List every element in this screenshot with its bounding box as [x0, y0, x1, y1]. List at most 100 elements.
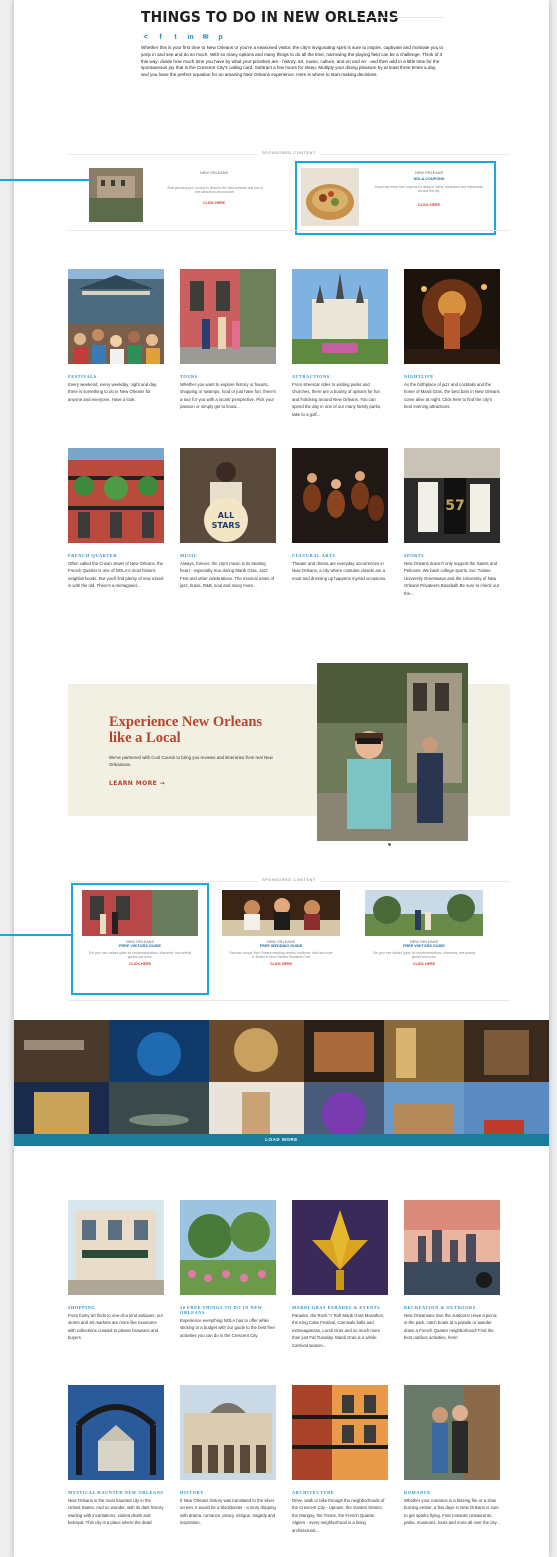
festivals-image: [68, 269, 164, 364]
tours-image: [180, 269, 276, 364]
svg-text:ALL: ALL: [218, 511, 234, 520]
category-tile-festivals[interactable]: FESTIVALS Every weekend, every weekday, …: [68, 269, 164, 418]
category-title[interactable]: FESTIVALS: [68, 374, 164, 379]
category-tile-attractions[interactable]: ATTRACTIONS From streetcar rides to visi…: [292, 269, 388, 418]
category-title[interactable]: ARCHITECTURE: [292, 1490, 388, 1495]
category-tile-free-things[interactable]: 50 FREE THINGS TO DO IN NEW ORLEANS Expe…: [180, 1200, 276, 1349]
category-tile-romance[interactable]: ROMANCE Whether your romance is a blazin…: [404, 1385, 500, 1534]
ad-image: [222, 890, 340, 936]
category-title[interactable]: MYSTICAL HAUNTED NEW ORLEANS: [68, 1490, 164, 1495]
share-bar: < f t in ✉ p: [141, 33, 225, 42]
experience-subtitle: We've partnered with Cool Cousin to brin…: [109, 755, 273, 767]
experience-title-line-2: like a Local: [109, 730, 181, 746]
pinterest-icon[interactable]: p: [216, 33, 225, 42]
category-title[interactable]: 50 FREE THINGS TO DO IN NEW ORLEANS: [180, 1305, 276, 1315]
highlight-callout-line: [0, 179, 90, 181]
category-tile-french-quarter[interactable]: FRENCH QUARTER Often called the Crown Je…: [68, 448, 164, 597]
intro-paragraph: Whether this is your first time to New O…: [141, 45, 444, 78]
category-title[interactable]: ATTRACTIONS: [292, 374, 388, 379]
category-title[interactable]: NIGHTLIFE: [404, 374, 500, 379]
category-tile-nightlife[interactable]: NIGHTLIFE As the birthplace of jazz and …: [404, 269, 500, 418]
category-title[interactable]: RECREATION & OUTDOORS: [404, 1305, 500, 1310]
sponsored-ad[interactable]: NEW ORLEANS Start planning your no-fuss …: [89, 168, 299, 224]
category-title[interactable]: SPORTS: [404, 553, 500, 558]
category-tile-history[interactable]: HISTORY If New Orleans history was trans…: [180, 1385, 276, 1534]
click-here-link[interactable]: CLICK HERE: [159, 201, 269, 205]
learn-more-link[interactable]: LEARN MORE →: [109, 780, 165, 787]
page: THINGS TO DO IN NEW ORLEANS < f t in ✉ p…: [0, 0, 549, 1557]
load-more-button[interactable]: LOAD MORE: [14, 1134, 549, 1146]
cultural-arts-image: [292, 448, 388, 543]
ad-description: Discover unique New Orleans wedding venu…: [229, 951, 333, 960]
category-tile-sports[interactable]: 57 SPORTS New Orleans doesn't only suppo…: [404, 448, 500, 597]
category-description: New Orleans is the most haunted city in …: [68, 1498, 164, 1526]
sponsored-ad-wedding-guide[interactable]: NEW ORLEANS FREE WEDDING GUIDE Discover …: [222, 890, 340, 990]
category-description: Whether your romance is a blazing fire o…: [404, 1498, 500, 1526]
category-description: From streetcar rides to visiting parks a…: [292, 382, 382, 417]
category-description: Experience everything NOLA has to offer …: [180, 1318, 275, 1338]
recreation-image: [404, 1200, 500, 1295]
category-tile-shopping[interactable]: SHOPPING From funky art finds to one-of-…: [68, 1200, 164, 1349]
category-grid-row-1: FESTIVALS Every weekend, every weekday, …: [68, 269, 510, 418]
category-title[interactable]: ROMANCE: [404, 1490, 500, 1495]
romance-image: [404, 1385, 500, 1480]
category-title[interactable]: HISTORY: [180, 1490, 276, 1495]
linkedin-icon[interactable]: in: [186, 33, 195, 42]
ad-description: Start planning your no-fuss to discover …: [167, 186, 263, 195]
carousel-dot[interactable]: [388, 843, 391, 846]
category-tile-haunted[interactable]: MYSTICAL HAUNTED NEW ORLEANS New Orleans…: [68, 1385, 164, 1534]
email-icon[interactable]: ✉: [201, 33, 210, 42]
sponsored-label-text: SPONSORED CONTENT: [258, 151, 320, 155]
divider: [68, 1000, 510, 1001]
category-title[interactable]: MARDI GRAS PARADES & EVENTS: [292, 1305, 388, 1310]
mardi-gras-image: [292, 1200, 388, 1295]
category-tile-recreation[interactable]: RECREATION & OUTDOORS New Orleanians lov…: [404, 1200, 500, 1349]
category-title[interactable]: MUSIC: [180, 553, 276, 558]
photo-gallery[interactable]: [14, 1020, 549, 1146]
category-title[interactable]: TOURS: [180, 374, 276, 379]
svg-text:57: 57: [445, 498, 464, 514]
category-tile-mardi-gras[interactable]: MARDI GRAS PARADES & EVENTS Parades, the…: [292, 1200, 388, 1349]
free-things-image: [180, 1200, 276, 1295]
ad-kicker: NEW ORLEANS: [199, 171, 229, 175]
category-description: If New Orleans history was translated to…: [180, 1498, 276, 1526]
facebook-icon[interactable]: f: [156, 33, 165, 42]
sponsored-ad-visitors-guide-2[interactable]: NEW ORLEANS FREE VISITORS GUIDE Get your…: [365, 890, 483, 990]
attractions-image: [292, 269, 388, 364]
category-tile-cultural-arts[interactable]: CULTURAL ARTS Theater and drama are ever…: [292, 448, 388, 597]
click-here-link[interactable]: CLICK HERE: [222, 962, 340, 966]
divider: [68, 230, 510, 231]
ad-description: Get your free visitors guide for recomme…: [372, 951, 476, 960]
category-tile-tours[interactable]: TOURS Whether you want to explore histor…: [180, 269, 276, 418]
category-description: As the birthplace of jazz and cocktails …: [404, 382, 500, 410]
category-title[interactable]: SHOPPING: [68, 1305, 164, 1310]
category-description: Theater and drama are everyday occurrenc…: [292, 561, 387, 581]
sponsored-label: SPONSORED CONTENT: [68, 151, 510, 155]
share-icon[interactable]: <: [141, 33, 150, 42]
ad-title: FREE WEDDING GUIDE: [259, 944, 303, 948]
category-description: Parades, the Rock 'n' Roll Mardi Gras Ma…: [292, 1313, 385, 1348]
twitter-icon[interactable]: t: [171, 33, 180, 42]
music-image: ALL STARS: [180, 448, 276, 543]
category-tile-music[interactable]: ALL STARS MUSIC Always, forever, the cit…: [180, 448, 276, 597]
category-description: New Orleans doesn't only support the Sai…: [404, 561, 499, 596]
category-description: Whether you want to explore history or h…: [180, 382, 276, 410]
ad-image: [365, 890, 483, 936]
highlight-callout-line: [0, 934, 71, 936]
category-description: From funky art finds to one-of-a kind an…: [68, 1313, 164, 1341]
click-here-link[interactable]: CLICK HERE: [365, 962, 483, 966]
experience-photo: [317, 663, 468, 841]
category-title[interactable]: FRENCH QUARTER: [68, 553, 164, 558]
history-image: [180, 1385, 276, 1480]
highlight-box: [71, 883, 209, 995]
category-description: Always, forever, the city's music is its…: [180, 561, 275, 589]
category-title[interactable]: CULTURAL ARTS: [292, 553, 388, 558]
french-quarter-image: [68, 448, 164, 543]
svg-text:STARS: STARS: [212, 521, 241, 530]
experience-title-line-1: Experience New Orleans: [109, 714, 263, 730]
experience-title: Experience New Orleans like a Local: [109, 714, 262, 746]
category-description: Every weekend, every weekday, night and …: [68, 382, 158, 402]
sports-image: 57: [404, 448, 500, 543]
category-tile-architecture[interactable]: ARCHITECTURE Drive, walk or bike through…: [292, 1385, 388, 1534]
nightlife-image: [404, 269, 500, 364]
